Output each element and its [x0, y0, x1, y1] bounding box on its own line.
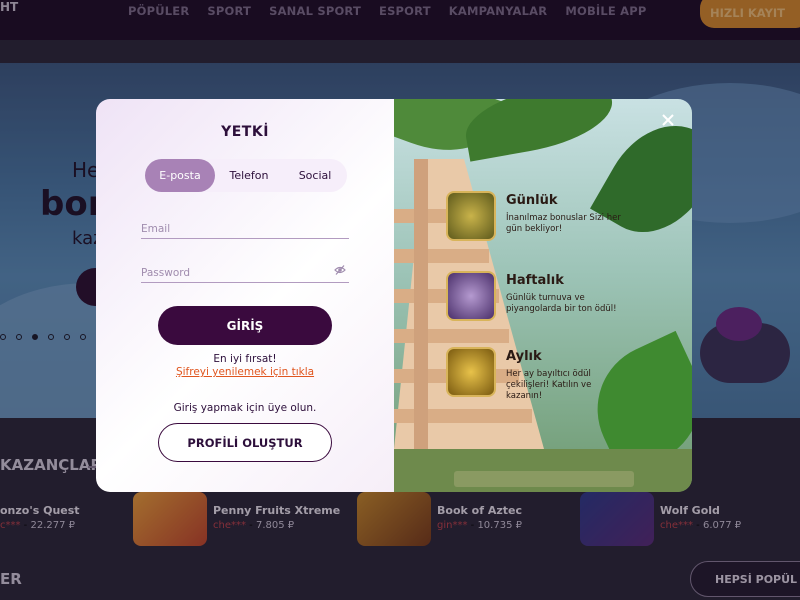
- login-modal: YETKİ E-posta Telefon Social GİRİŞ En iy…: [96, 99, 692, 492]
- login-method-tabs: E-posta Telefon Social: [145, 159, 347, 192]
- login-button[interactable]: GİRİŞ: [158, 306, 332, 345]
- promo-description: İnanılmaz bonuslar Sizi her gün bekliyor…: [506, 213, 621, 234]
- promo-title: Aylık: [506, 349, 542, 364]
- email-input[interactable]: [141, 221, 349, 235]
- promo-description: Her ay bayıltıcı ödül çekilişleri! Katıl…: [506, 369, 592, 401]
- stone-slab-decoration: [454, 471, 634, 487]
- tab-phone[interactable]: Telefon: [215, 159, 283, 192]
- modal-title: YETKİ: [221, 124, 269, 140]
- toggle-password-visibility-icon[interactable]: [334, 264, 346, 276]
- tab-email[interactable]: E-posta: [145, 159, 215, 192]
- create-profile-button[interactable]: PROFİLİ OLUŞTUR: [158, 423, 332, 462]
- reset-password-link[interactable]: Şifreyi yenilemek için tıkla: [96, 366, 394, 378]
- gold-mask-icon: [446, 191, 496, 241]
- promo-panel: Günlük İnanılmaz bonuslar Sizi her gün b…: [394, 99, 692, 492]
- email-field: [141, 217, 349, 239]
- promo-monthly: Aylık Her ay bayıltıcı ödül çekilişleri!…: [446, 347, 686, 407]
- close-icon[interactable]: [661, 113, 675, 127]
- promo-title: Günlük: [506, 193, 558, 208]
- promo-weekly: Haftalık Günlük turnuva ve piyangolarda …: [446, 271, 686, 331]
- password-field: [141, 261, 349, 283]
- password-input[interactable]: [141, 265, 349, 279]
- promo-description: Günlük turnuva ve piyangolarda bir ton ö…: [506, 293, 617, 314]
- gold-coin-icon: [446, 347, 496, 397]
- promo-daily: Günlük İnanılmaz bonuslar Sizi her gün b…: [446, 191, 686, 251]
- offer-text: En iyi fırsat!: [213, 353, 277, 365]
- promo-title: Haftalık: [506, 273, 564, 288]
- login-form-panel: YETKİ E-posta Telefon Social GİRİŞ En iy…: [96, 99, 394, 492]
- join-prompt-text: Giriş yapmak için üye olun.: [173, 402, 317, 414]
- tab-social[interactable]: Social: [283, 159, 347, 192]
- purple-mask-icon: [446, 271, 496, 321]
